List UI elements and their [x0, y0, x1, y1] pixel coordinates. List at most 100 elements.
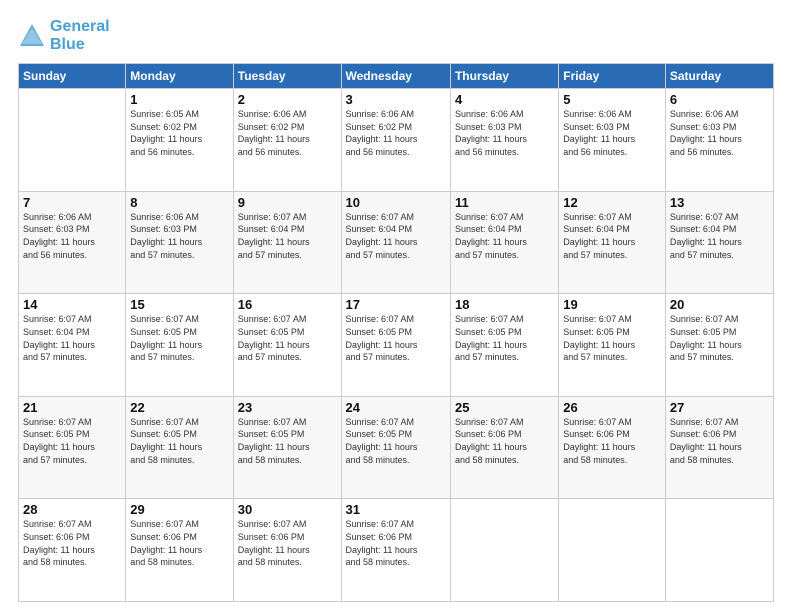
day-number: 18	[455, 297, 554, 312]
calendar-cell	[665, 499, 773, 602]
header-day-thursday: Thursday	[450, 64, 558, 89]
logo-icon	[18, 22, 46, 50]
week-row-4: 21Sunrise: 6:07 AMSunset: 6:05 PMDayligh…	[19, 396, 774, 499]
header-row: SundayMondayTuesdayWednesdayThursdayFrid…	[19, 64, 774, 89]
day-number: 22	[130, 400, 228, 415]
day-info: Sunrise: 6:07 AMSunset: 6:05 PMDaylight:…	[563, 313, 661, 363]
logo: General Blue	[18, 18, 110, 53]
calendar-table: SundayMondayTuesdayWednesdayThursdayFrid…	[18, 63, 774, 602]
calendar-cell: 18Sunrise: 6:07 AMSunset: 6:05 PMDayligh…	[450, 294, 558, 397]
day-number: 19	[563, 297, 661, 312]
calendar-cell: 4Sunrise: 6:06 AMSunset: 6:03 PMDaylight…	[450, 89, 558, 192]
day-number: 21	[23, 400, 121, 415]
day-number: 20	[670, 297, 769, 312]
day-info: Sunrise: 6:07 AMSunset: 6:04 PMDaylight:…	[346, 211, 446, 261]
week-row-2: 7Sunrise: 6:06 AMSunset: 6:03 PMDaylight…	[19, 191, 774, 294]
day-number: 23	[238, 400, 337, 415]
day-number: 9	[238, 195, 337, 210]
day-info: Sunrise: 6:07 AMSunset: 6:06 PMDaylight:…	[670, 416, 769, 466]
calendar-cell: 21Sunrise: 6:07 AMSunset: 6:05 PMDayligh…	[19, 396, 126, 499]
calendar-cell: 29Sunrise: 6:07 AMSunset: 6:06 PMDayligh…	[126, 499, 233, 602]
day-number: 16	[238, 297, 337, 312]
calendar-cell: 22Sunrise: 6:07 AMSunset: 6:05 PMDayligh…	[126, 396, 233, 499]
calendar-cell: 27Sunrise: 6:07 AMSunset: 6:06 PMDayligh…	[665, 396, 773, 499]
day-info: Sunrise: 6:07 AMSunset: 6:06 PMDaylight:…	[346, 518, 446, 568]
day-info: Sunrise: 6:07 AMSunset: 6:06 PMDaylight:…	[563, 416, 661, 466]
page: General Blue SundayMondayTuesdayWednesda…	[0, 0, 792, 612]
calendar-cell: 17Sunrise: 6:07 AMSunset: 6:05 PMDayligh…	[341, 294, 450, 397]
day-number: 28	[23, 502, 121, 517]
day-info: Sunrise: 6:07 AMSunset: 6:04 PMDaylight:…	[238, 211, 337, 261]
day-number: 8	[130, 195, 228, 210]
day-info: Sunrise: 6:07 AMSunset: 6:04 PMDaylight:…	[455, 211, 554, 261]
day-info: Sunrise: 6:07 AMSunset: 6:05 PMDaylight:…	[346, 416, 446, 466]
day-number: 6	[670, 92, 769, 107]
day-info: Sunrise: 6:05 AMSunset: 6:02 PMDaylight:…	[130, 108, 228, 158]
calendar-cell: 10Sunrise: 6:07 AMSunset: 6:04 PMDayligh…	[341, 191, 450, 294]
week-row-5: 28 Sunrise: 6:07 AMSunset: 6:06 PMDayligh…	[19, 499, 774, 602]
day-info: Sunrise: 6:06 AMSunset: 6:03 PMDaylight:…	[23, 211, 121, 261]
day-info: Sunrise: 6:06 AMSunset: 6:03 PMDaylight:…	[130, 211, 228, 261]
day-info: Sunrise: 6:06 AMSunset: 6:02 PMDaylight:…	[346, 108, 446, 158]
calendar-cell	[19, 89, 126, 192]
calendar-cell: 8Sunrise: 6:06 AMSunset: 6:03 PMDaylight…	[126, 191, 233, 294]
day-info: Sunrise: 6:06 AMSunset: 6:03 PMDaylight:…	[670, 108, 769, 158]
day-info: Sunrise: 6:07 AMSunset: 6:04 PMDaylight:…	[23, 313, 121, 363]
calendar-cell: 12Sunrise: 6:07 AMSunset: 6:04 PMDayligh…	[559, 191, 666, 294]
day-info: Sunrise: 6:06 AMSunset: 6:03 PMDaylight:…	[563, 108, 661, 158]
header-day-friday: Friday	[559, 64, 666, 89]
week-row-3: 14Sunrise: 6:07 AMSunset: 6:04 PMDayligh…	[19, 294, 774, 397]
day-number: 3	[346, 92, 446, 107]
calendar-cell	[559, 499, 666, 602]
calendar-cell: 5Sunrise: 6:06 AMSunset: 6:03 PMDaylight…	[559, 89, 666, 192]
day-number: 24	[346, 400, 446, 415]
day-number: 2	[238, 92, 337, 107]
week-row-1: 1Sunrise: 6:05 AMSunset: 6:02 PMDaylight…	[19, 89, 774, 192]
header-day-tuesday: Tuesday	[233, 64, 341, 89]
header-day-wednesday: Wednesday	[341, 64, 450, 89]
calendar-cell: 23Sunrise: 6:07 AMSunset: 6:05 PMDayligh…	[233, 396, 341, 499]
day-info: Sunrise: 6:06 AMSunset: 6:03 PMDaylight:…	[455, 108, 554, 158]
day-number: 26	[563, 400, 661, 415]
calendar-cell: 24Sunrise: 6:07 AMSunset: 6:05 PMDayligh…	[341, 396, 450, 499]
calendar-cell: 1Sunrise: 6:05 AMSunset: 6:02 PMDaylight…	[126, 89, 233, 192]
day-info: Sunrise: 6:07 AMSunset: 6:06 PMDaylight:…	[238, 518, 337, 568]
day-number: 7	[23, 195, 121, 210]
day-number: 17	[346, 297, 446, 312]
day-info: Sunrise: 6:07 AMSunset: 6:05 PMDaylight:…	[346, 313, 446, 363]
header: General Blue	[18, 18, 774, 53]
day-number: 15	[130, 297, 228, 312]
day-number: 14	[23, 297, 121, 312]
calendar-cell: 26Sunrise: 6:07 AMSunset: 6:06 PMDayligh…	[559, 396, 666, 499]
calendar-cell	[450, 499, 558, 602]
calendar-cell: 14Sunrise: 6:07 AMSunset: 6:04 PMDayligh…	[19, 294, 126, 397]
day-info: Sunrise: 6:07 AMSunset: 6:05 PMDaylight:…	[455, 313, 554, 363]
day-number: 13	[670, 195, 769, 210]
day-info: Sunrise: 6:07 AMSunset: 6:05 PMDaylight:…	[238, 313, 337, 363]
day-info: Sunrise: 6:07 AMSunset: 6:06 PMDaylight:…	[455, 416, 554, 466]
calendar-cell: 13Sunrise: 6:07 AMSunset: 6:04 PMDayligh…	[665, 191, 773, 294]
calendar-cell: 15Sunrise: 6:07 AMSunset: 6:05 PMDayligh…	[126, 294, 233, 397]
header-day-sunday: Sunday	[19, 64, 126, 89]
calendar-cell: 28Sunrise: 6:07 AMSunset: 6:06 PMDayligh…	[19, 499, 126, 602]
day-number: 5	[563, 92, 661, 107]
calendar-cell: 11Sunrise: 6:07 AMSunset: 6:04 PMDayligh…	[450, 191, 558, 294]
day-number: 4	[455, 92, 554, 107]
calendar-cell: 25Sunrise: 6:07 AMSunset: 6:06 PMDayligh…	[450, 396, 558, 499]
day-number: 1	[130, 92, 228, 107]
calendar-cell: 30Sunrise: 6:07 AMSunset: 6:06 PMDayligh…	[233, 499, 341, 602]
day-info: Sunrise: 6:07 AMSunset: 6:06 PMDaylight:…	[130, 518, 228, 568]
day-number: 30	[238, 502, 337, 517]
day-number: 25	[455, 400, 554, 415]
day-info: Sunrise: 6:07 AMSunset: 6:05 PMDaylight:…	[23, 416, 121, 466]
day-info: Sunrise: 6:07 AMSunset: 6:05 PMDaylight:…	[130, 313, 228, 363]
calendar-cell: 9Sunrise: 6:07 AMSunset: 6:04 PMDaylight…	[233, 191, 341, 294]
header-day-monday: Monday	[126, 64, 233, 89]
calendar-cell: 6Sunrise: 6:06 AMSunset: 6:03 PMDaylight…	[665, 89, 773, 192]
calendar-cell: 20Sunrise: 6:07 AMSunset: 6:05 PMDayligh…	[665, 294, 773, 397]
logo-text: General Blue	[50, 18, 110, 53]
calendar-cell: 19Sunrise: 6:07 AMSunset: 6:05 PMDayligh…	[559, 294, 666, 397]
day-number: 11	[455, 195, 554, 210]
day-info: Sunrise: 6:07 AMSunset: 6:05 PMDaylight:…	[238, 416, 337, 466]
day-info: Sunrise: 6:07 AMSunset: 6:04 PMDaylight:…	[563, 211, 661, 261]
